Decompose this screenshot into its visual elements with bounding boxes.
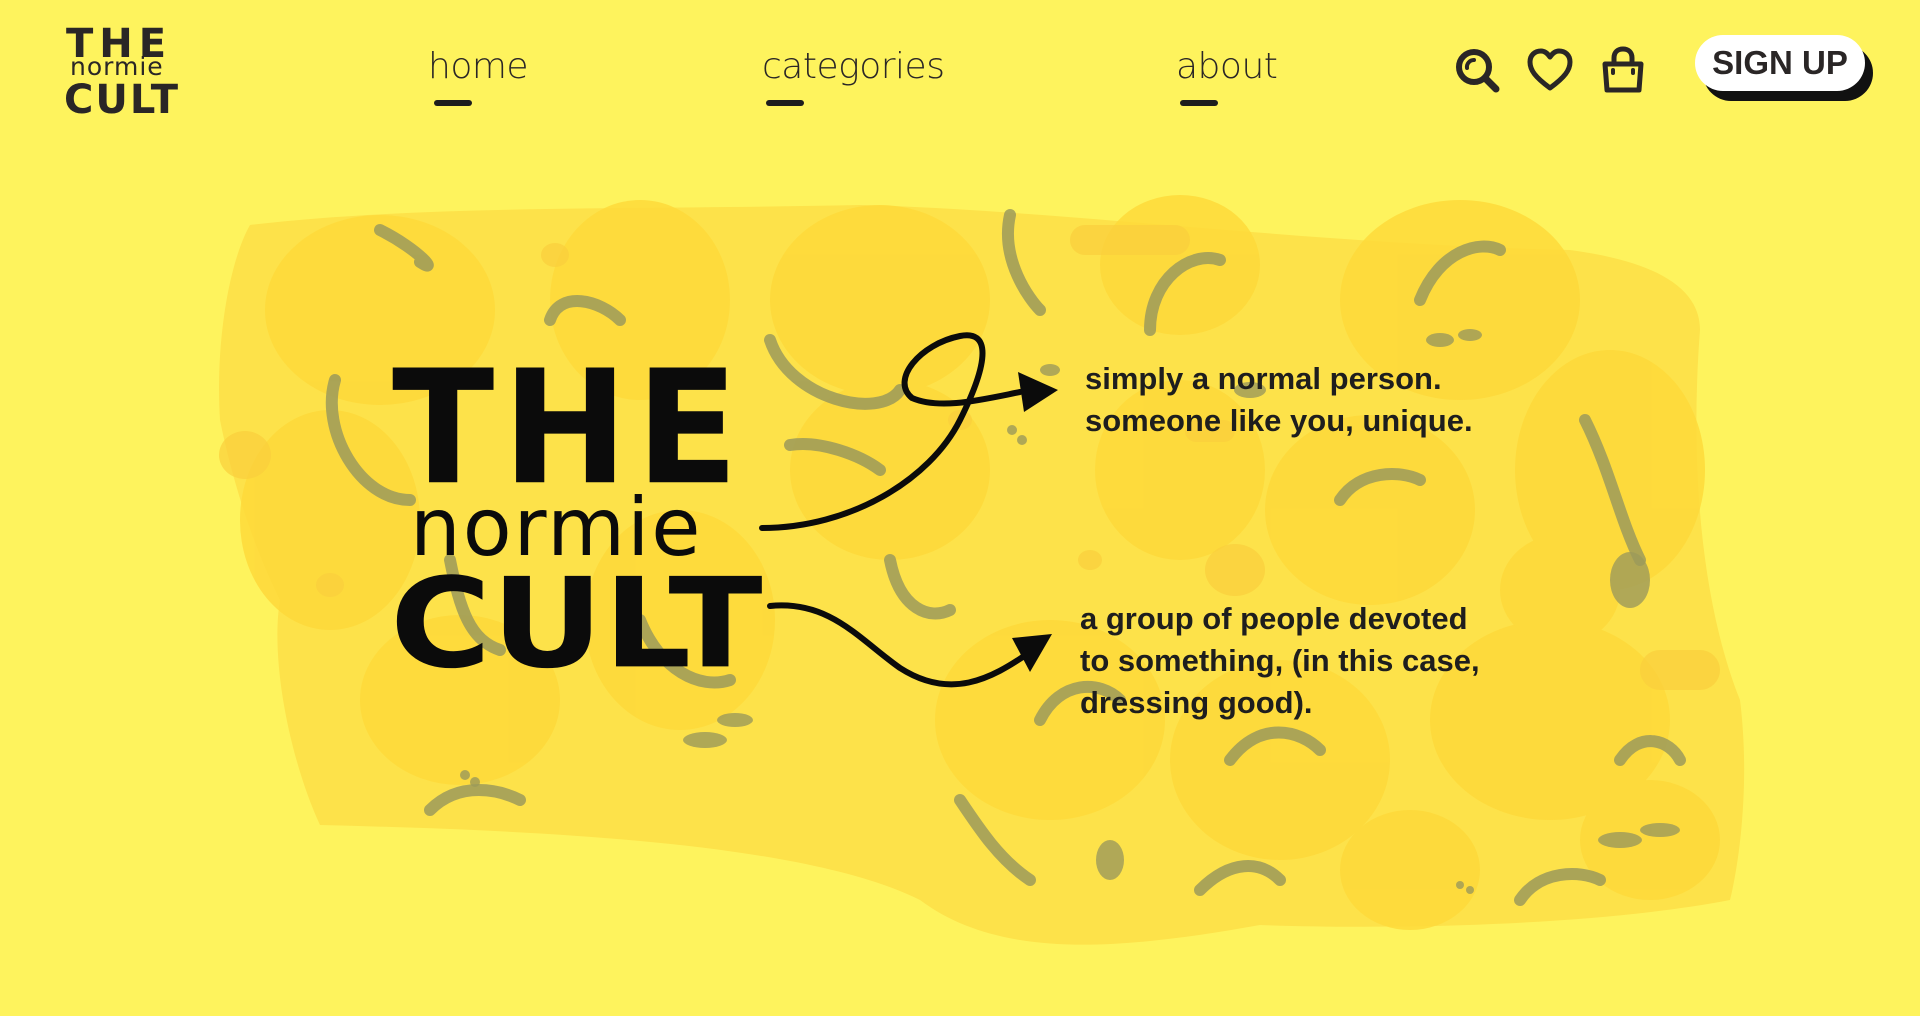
- nav-home-underline: [434, 100, 472, 106]
- nav-about[interactable]: about: [1176, 46, 1278, 87]
- logo-normie-text: normie: [70, 52, 164, 81]
- nav-categories[interactable]: categories: [762, 46, 945, 87]
- search-icon[interactable]: [1455, 46, 1501, 94]
- nav-categories-underline: [766, 100, 804, 106]
- brand-logo[interactable]: THE normie CULT: [64, 22, 182, 122]
- normie-definition-line-2: someone like you, unique.: [1085, 403, 1473, 438]
- hero-title-cult: CULT: [390, 551, 763, 697]
- normie-definition-line-1: simply a normal person.: [1085, 361, 1442, 396]
- landing-page: THE normie CULT home categories about SI…: [0, 0, 1920, 1016]
- logo-cult-text: CULT: [64, 77, 180, 123]
- normie-definition: simply a normal person. someone like you…: [1085, 358, 1473, 442]
- shopping-bag-icon[interactable]: [1600, 46, 1646, 94]
- signup-button[interactable]: SIGN UP: [1695, 35, 1865, 91]
- smiley-pattern-background: [219, 195, 1745, 945]
- cult-definition-line-3: dressing good).: [1080, 685, 1313, 720]
- heart-icon[interactable]: [1527, 46, 1573, 94]
- cult-definition-line-2: to something, (in this case,: [1080, 643, 1480, 678]
- nav-about-underline: [1180, 100, 1218, 106]
- cult-definition: a group of people devoted to something, …: [1080, 598, 1480, 724]
- signup-container: SIGN UP: [1695, 35, 1873, 101]
- cult-definition-line-1: a group of people devoted: [1080, 601, 1468, 636]
- nav-home[interactable]: home: [428, 46, 529, 87]
